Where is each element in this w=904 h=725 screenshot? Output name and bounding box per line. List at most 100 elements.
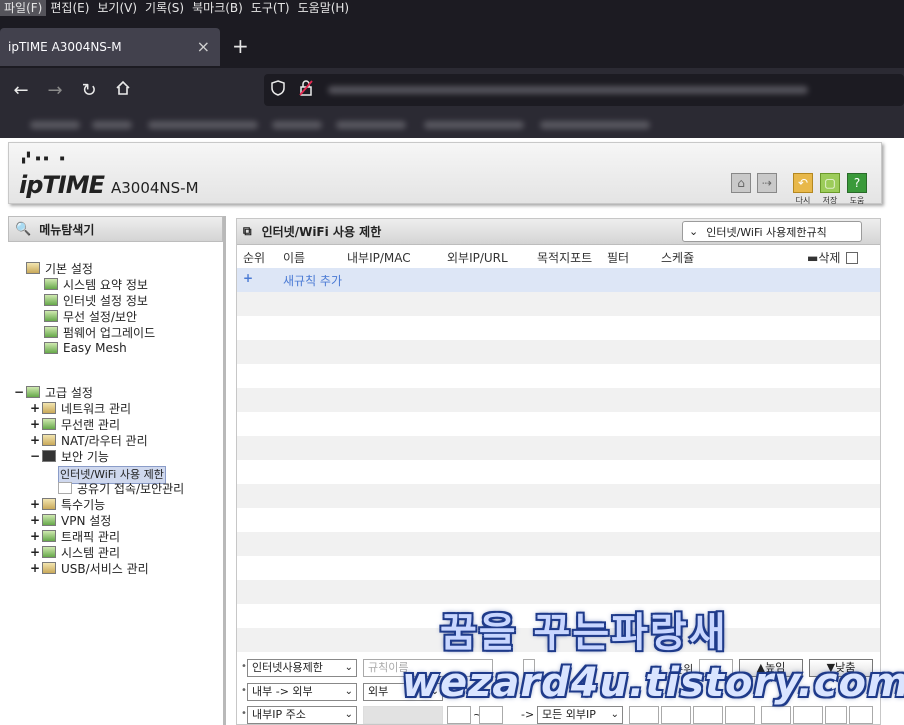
expand-icon[interactable]: +	[28, 401, 42, 415]
folder-gear-icon	[26, 262, 40, 274]
menu-history[interactable]: 기록(S)	[141, 0, 188, 16]
tree-item-internet-info[interactable]: 인터넷 설정 정보	[44, 292, 148, 308]
watermark-url: wezard4u.tistory.com	[402, 660, 904, 706]
direction-select[interactable]: 내부 -> 외부 ⌄	[247, 683, 357, 701]
internal-ip-octet[interactable]	[447, 706, 471, 724]
col-delete: ▬삭제	[807, 251, 841, 265]
tree-item-special[interactable]: + 특수기능	[28, 496, 105, 512]
tree-item-easy-mesh[interactable]: Easy Mesh	[44, 340, 127, 356]
blurred-bookmark[interactable]	[148, 121, 258, 129]
logout-icon[interactable]: ⇢	[757, 173, 777, 193]
menu-tools[interactable]: 도구(T)	[247, 0, 294, 16]
ext-ip-octet-2[interactable]	[661, 706, 691, 724]
blurred-bookmark[interactable]	[30, 121, 80, 129]
collapse-icon[interactable]: −	[12, 385, 26, 399]
help-icon[interactable]: ?	[847, 173, 867, 193]
tab-strip: ipTIME A3004NS-M × +	[0, 16, 904, 68]
url-bar[interactable]	[264, 74, 904, 106]
ext-ip-end-1[interactable]	[761, 706, 791, 724]
tree-item-firmware-upgrade[interactable]: 펌웨어 업그레이드	[44, 324, 155, 340]
tree-item-nat[interactable]: + NAT/라우터 관리	[28, 432, 148, 448]
external-ip-select[interactable]: 모든 외부IP ⌄	[537, 706, 623, 724]
expand-icon[interactable]: +	[28, 513, 42, 527]
ext-ip-end-4[interactable]	[849, 706, 873, 724]
menu-help[interactable]: 도움말(H)	[294, 0, 354, 16]
tree-basic-settings[interactable]: 기본 설정	[26, 260, 93, 276]
blurred-url	[328, 86, 808, 94]
tree-item-usb[interactable]: + USB/서비스 관리	[28, 560, 149, 576]
iptime-logo: ipTIME	[19, 171, 105, 199]
blurred-bookmark[interactable]	[92, 121, 132, 129]
tree-item-vpn[interactable]: + VPN 설정	[28, 512, 111, 528]
blurred-bookmark[interactable]	[272, 121, 322, 129]
tree-item-router-access[interactable]: 공유기 접속/보안관리	[58, 480, 184, 496]
table-row	[237, 340, 880, 364]
blurred-bookmark[interactable]	[336, 121, 406, 129]
close-icon[interactable]: ×	[197, 37, 210, 56]
undo-icon[interactable]: ↶	[793, 173, 813, 193]
tree-item-security[interactable]: − 보안 기능	[28, 448, 109, 464]
ext-ip-octet-4[interactable]	[725, 706, 755, 724]
menu-edit[interactable]: 편집(E)	[46, 0, 93, 16]
menu-view[interactable]: 보기(V)	[93, 0, 141, 16]
add-rule-link[interactable]: 새규칙 추가	[283, 272, 342, 289]
browser-menubar: 파일(F) 편집(E) 보기(V) 기록(S) 북마크(B) 도구(T) 도움말…	[0, 0, 904, 16]
col-internal-ip: 내부IP/MAC	[347, 251, 411, 265]
home-icon[interactable]: ⌂	[731, 173, 751, 193]
col-schedule: 스케쥴	[661, 251, 695, 265]
tree-item-traffic[interactable]: + 트래픽 관리	[28, 528, 120, 544]
ext-ip-end-2[interactable]	[793, 706, 823, 724]
active-tab[interactable]: ipTIME A3004NS-M ×	[0, 28, 220, 66]
menu-file[interactable]: 파일(F)	[0, 0, 47, 16]
internal-ip-select[interactable]: 내부IP 주소 ⌄	[247, 706, 357, 724]
monitor-icon	[44, 294, 58, 306]
blurred-bookmark[interactable]	[424, 121, 524, 129]
tree-advanced-settings[interactable]: − 고급 설정	[12, 384, 93, 400]
back-arrow-icon[interactable]: ←	[4, 80, 38, 101]
expand-icon[interactable]: +	[28, 561, 42, 575]
new-tab-button[interactable]: +	[232, 34, 249, 58]
add-rule-row[interactable]: + 새규칙 추가	[237, 268, 880, 292]
forward-arrow-icon[interactable]: →	[38, 80, 72, 101]
ext-ip-octet-3[interactable]	[693, 706, 723, 724]
collapse-icon[interactable]: −	[28, 449, 42, 463]
expand-icon[interactable]: +	[28, 545, 42, 559]
internal-ip-end[interactable]	[479, 706, 503, 724]
expand-icon[interactable]: +	[28, 417, 42, 431]
lock-icon	[42, 450, 56, 462]
document-icon	[58, 482, 72, 494]
tree-item-internet-wifi-limit[interactable]: 인터넷/WiFi 사용 제한	[58, 464, 166, 484]
save-icon[interactable]: ▢	[820, 173, 840, 193]
tree-item-wireless-security[interactable]: 무선 설정/보안	[44, 308, 137, 324]
rule-type-select[interactable]: ⌄ 인터넷/WiFi 사용제한규칙	[682, 221, 862, 242]
expand-icon[interactable]: +	[28, 529, 42, 543]
tree-item-wireless[interactable]: + 무선랜 관리	[28, 416, 120, 432]
table-row	[237, 316, 880, 340]
menu-sidebar: 🔍 메뉴탐색기 기본 설정 시스템 요약 정보 인터넷 설정 정보 무선 설정/…	[8, 216, 226, 725]
col-dest-port: 목적지포트	[537, 251, 593, 265]
limit-type-select[interactable]: 인터넷사용제한 ⌄	[247, 659, 357, 677]
internal-ip-start[interactable]	[363, 706, 443, 724]
expand-icon[interactable]: +	[28, 433, 42, 447]
reload-icon[interactable]: ↻	[72, 80, 106, 101]
ext-ip-end-3[interactable]	[825, 706, 847, 724]
expand-icon[interactable]: +	[28, 497, 42, 511]
table-row	[237, 556, 880, 580]
special-icon	[42, 498, 56, 510]
navigation-bar: ← → ↻	[0, 68, 904, 112]
wifi-icon	[42, 418, 56, 430]
shield-icon[interactable]	[264, 80, 292, 100]
model-name: A3004NS-M	[111, 179, 199, 197]
tree-item-system[interactable]: + 시스템 관리	[28, 544, 120, 560]
tree-item-network[interactable]: + 네트워크 관리	[28, 400, 131, 416]
blurred-bookmark[interactable]	[540, 121, 650, 129]
arrow-label: ->	[521, 708, 535, 721]
menu-bookmarks[interactable]: 북마크(B)	[188, 0, 247, 16]
tree-item-system-summary[interactable]: 시스템 요약 정보	[44, 276, 148, 292]
col-external-ip: 외부IP/URL	[447, 251, 508, 265]
insecure-lock-icon[interactable]	[292, 80, 320, 100]
undo-label: 다시	[795, 196, 811, 205]
home-icon[interactable]	[106, 80, 140, 101]
ext-ip-octet-1[interactable]	[629, 706, 659, 724]
col-filter: 필터	[607, 251, 630, 265]
